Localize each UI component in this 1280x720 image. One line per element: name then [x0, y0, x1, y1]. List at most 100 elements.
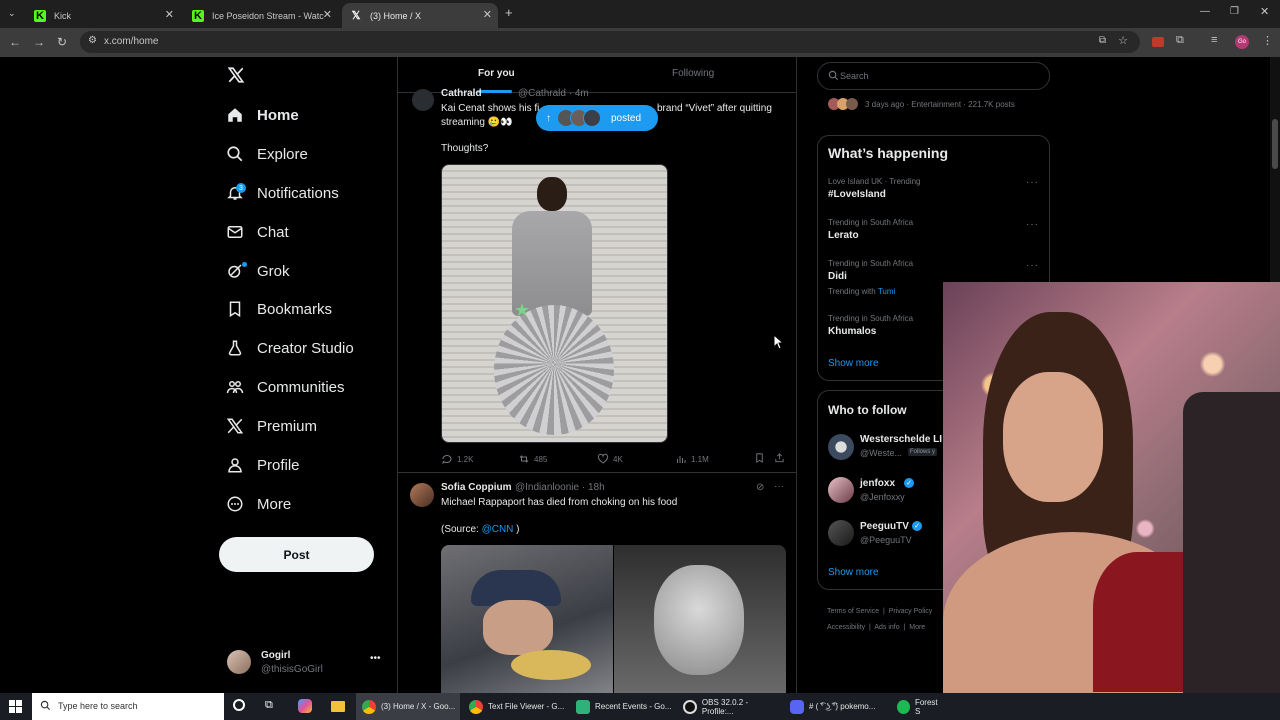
like-button[interactable]: 4K [597, 453, 623, 465]
minimize-icon[interactable]: — [1200, 6, 1210, 17]
source-link[interactable]: @CNN [482, 524, 514, 535]
follow-name[interactable]: jenfoxx [860, 478, 895, 489]
nav-item-profile[interactable]: Profile [226, 450, 300, 480]
photo-figure-skirt [494, 305, 614, 435]
account-more-icon[interactable]: ••• [370, 653, 381, 664]
nav-item-grok[interactable]: Grok [226, 256, 290, 286]
restore-icon[interactable]: ❐ [1230, 6, 1239, 17]
taskbar-app-spotify[interactable]: Forest S [891, 693, 943, 720]
file-explorer-icon[interactable] [331, 701, 345, 712]
window-close-icon[interactable]: ✕ [1260, 5, 1269, 18]
tab-following[interactable]: Following [672, 68, 714, 79]
tweet-more-icon[interactable]: ··· [774, 481, 784, 492]
avatar[interactable] [412, 89, 434, 111]
task-view-icon[interactable]: ⧉ [265, 699, 273, 712]
footer-ads[interactable]: Ads info [874, 624, 899, 631]
close-icon[interactable]: ✕ [323, 8, 332, 21]
account-switcher[interactable]: Gogirl @thisisGoGirl ••• [226, 647, 386, 681]
trend-name[interactable]: Lerato [828, 230, 859, 241]
trend-name[interactable]: Didi [828, 271, 847, 282]
tweet-author[interactable]: Cathrald [441, 87, 482, 101]
trending-preview[interactable]: 3 days ago · Entertainment · 221.7K post… [817, 95, 1050, 115]
taskbar-app-chrome-x[interactable]: (3) Home / X - Goo... [356, 693, 460, 720]
tweet-image-right[interactable] [614, 545, 786, 693]
tweet-handle[interactable]: @Cathrald · 4m [518, 87, 589, 101]
media-icon[interactable]: ≡ [1211, 34, 1217, 46]
install-icon[interactable]: ⧉ [1099, 35, 1106, 46]
adblock-icon[interactable] [1152, 37, 1164, 47]
footer-terms[interactable]: Terms of Service [827, 608, 879, 615]
reload-icon[interactable]: ↻ [57, 35, 67, 49]
profile-avatar[interactable]: Go [1235, 35, 1249, 49]
taskbar-app-obs[interactable]: OBS 32.0.2 - Profile:... [677, 693, 781, 720]
reply-button[interactable]: 1.2K [441, 453, 473, 465]
taskbar-search[interactable]: Type here to search [32, 693, 224, 720]
address-bar[interactable]: ⚙ x.com/home ⧉ ☆ [80, 31, 1140, 53]
cortana-icon[interactable] [233, 699, 245, 711]
trend-more-icon[interactable]: ··· [1026, 260, 1039, 271]
tab-search-icon[interactable]: ⌄ [8, 8, 16, 19]
tweet-author[interactable]: Sofia Coppium [441, 481, 512, 495]
views-button[interactable]: 1.1M [675, 453, 709, 465]
show-more-link[interactable]: Show more [828, 567, 879, 578]
browser-tab-x-home[interactable]: 𝕏 (3) Home / X ✕ [342, 3, 498, 28]
nav-item-bookmarks[interactable]: Bookmarks [226, 294, 332, 324]
follow-name[interactable]: Westerschelde LI [860, 434, 942, 445]
tab-for-you[interactable]: For you [478, 68, 515, 79]
nav-item-explore[interactable]: Explore [226, 139, 308, 169]
tweet-image[interactable]: ★ [441, 164, 668, 443]
trend-extra-link[interactable]: Tumi [878, 287, 895, 296]
taskbar-app-discord[interactable]: # ( ͡° ͜ʖ ͡°) pokemo... [784, 693, 888, 720]
nav-item-creator-studio[interactable]: Creator Studio [226, 333, 354, 363]
more-circle-icon [226, 495, 244, 513]
grok-icon[interactable]: ⊘ [756, 482, 764, 493]
main-timeline: For you Following Cathrald @Cathrald · 4… [397, 57, 797, 693]
footer-privacy[interactable]: Privacy Policy [889, 608, 933, 615]
site-info-icon[interactable]: ⚙ [88, 35, 97, 46]
tweet-handle[interactable]: @Indianloonie · 18h [515, 481, 605, 495]
account-name: Gogirl [261, 650, 291, 661]
new-posts-pill[interactable]: ↑ posted [536, 105, 658, 131]
avatar[interactable] [828, 434, 854, 460]
show-more-link[interactable]: Show more [828, 358, 879, 369]
nav-item-more[interactable]: More [226, 489, 291, 519]
repost-button[interactable]: 485 [518, 453, 547, 465]
scrollbar-thumb[interactable] [1272, 119, 1278, 169]
trend-name[interactable]: #LoveIsland [828, 189, 886, 200]
close-icon[interactable]: ✕ [165, 8, 174, 21]
forward-icon[interactable]: → [33, 35, 45, 49]
windows-start-icon[interactable] [9, 700, 22, 713]
close-icon[interactable]: ✕ [483, 8, 492, 21]
avatar[interactable] [410, 483, 434, 507]
share-icon[interactable] [774, 452, 785, 464]
follow-name[interactable]: PeeguuTV [860, 521, 909, 532]
bookmark-star-icon[interactable]: ☆ [1118, 34, 1128, 47]
search-box[interactable]: Search [817, 62, 1050, 90]
post-button[interactable]: Post [219, 537, 374, 572]
avatar[interactable] [828, 520, 854, 546]
menu-icon[interactable]: ⋮ [1262, 34, 1273, 47]
trend-more-icon[interactable]: ··· [1026, 177, 1039, 188]
tweet-image-left[interactable] [441, 545, 613, 693]
new-tab-icon[interactable]: + [505, 5, 513, 20]
trend-name[interactable]: Khumalos [828, 326, 876, 337]
footer-accessibility[interactable]: Accessibility [827, 624, 865, 631]
avatar[interactable] [828, 477, 854, 503]
x-logo[interactable] [227, 66, 245, 84]
nav-item-premium[interactable]: Premium [226, 411, 317, 441]
tweet[interactable]: Sofia Coppium @Indianloonie · 18h ⊘ ··· … [398, 473, 796, 693]
nav-item-communities[interactable]: Communities [226, 372, 345, 402]
nav-item-home[interactable]: Home [226, 100, 299, 130]
taskbar-app-text-viewer[interactable]: Text File Viewer - G... [463, 693, 567, 720]
tweet[interactable]: Cathrald @Cathrald · 4m Kai Cenat shows … [398, 88, 796, 473]
taskbar-app-recent-events[interactable]: Recent Events - Go... [570, 693, 674, 720]
extensions-icon[interactable]: ⧉ [1176, 34, 1184, 47]
copilot-icon[interactable] [298, 699, 312, 713]
back-icon[interactable]: ← [9, 35, 21, 49]
browser-tab-kick[interactable]: K Kick ✕ [26, 3, 180, 28]
browser-tab-ice-poseidon[interactable]: K Ice Poseidon Stream - Watch Li ✕ [184, 3, 338, 28]
trend-more-icon[interactable]: ··· [1026, 219, 1039, 230]
footer-more[interactable]: More [909, 624, 925, 631]
nav-item-chat[interactable]: Chat [226, 217, 289, 247]
bookmark-icon[interactable] [754, 452, 765, 464]
